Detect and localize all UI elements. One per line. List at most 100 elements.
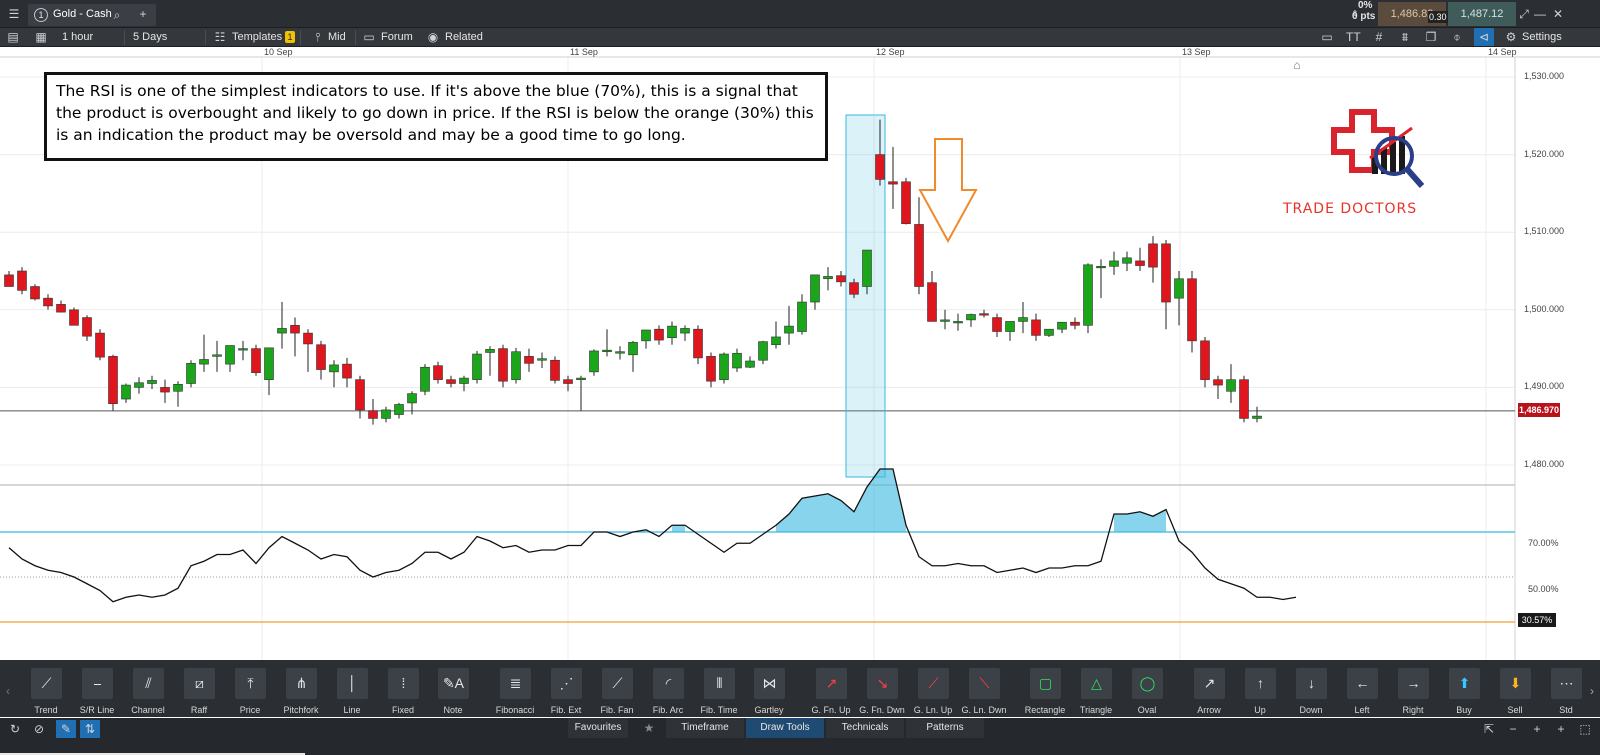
- paint-icon[interactable]: ⌽: [1450, 28, 1464, 46]
- candle-up: [485, 349, 495, 353]
- layout-icon[interactable]: ▤: [6, 28, 20, 46]
- zoom-plus-icon[interactable]: +: [1554, 720, 1568, 738]
- tool-std[interactable]: ⋯ Std: [1541, 668, 1589, 716]
- candle-up: [238, 348, 248, 351]
- tool-line[interactable]: │ Line: [327, 668, 375, 716]
- tool-gartley[interactable]: ⋈ Gartley: [744, 668, 792, 716]
- sort-icon[interactable]: ⇅: [80, 720, 100, 738]
- tool-oval[interactable]: ◯ Oval: [1122, 668, 1170, 716]
- price-type-select[interactable]: Mid: [328, 28, 346, 46]
- range-select[interactable]: 5 Days: [133, 28, 167, 46]
- tool-arrow[interactable]: ↗ Arrow: [1184, 668, 1232, 716]
- tool-sell[interactable]: ⬇ Sell: [1490, 668, 1538, 716]
- candle-up: [537, 358, 547, 361]
- tag-icon[interactable]: ⊲: [1474, 28, 1494, 46]
- date-label: 10 Sep: [264, 47, 293, 57]
- separator: [124, 30, 125, 45]
- fit-icon[interactable]: ⬚: [1578, 720, 1592, 738]
- candle-down: [342, 363, 352, 379]
- candle-down: [992, 317, 1002, 332]
- candle-down: [914, 224, 924, 287]
- candle-up: [1018, 317, 1028, 322]
- sell-price-value: 1,486.82: [1390, 8, 1434, 20]
- tool-fib-ext[interactable]: ⋰ Fib. Ext: [541, 668, 589, 716]
- candle-down: [654, 328, 664, 341]
- tool-buy[interactable]: ⬆ Buy: [1439, 668, 1487, 716]
- buy-price[interactable]: 1,487.12: [1448, 2, 1516, 26]
- candle-down: [498, 348, 508, 382]
- tool-channel[interactable]: ⫽ Channel: [123, 668, 171, 716]
- candle-up: [602, 349, 612, 352]
- tool-fib-time[interactable]: ⦀ Fib. Time: [694, 668, 742, 716]
- trend-icon: ⟋: [31, 668, 62, 699]
- tool-triangle[interactable]: △ Triangle: [1071, 668, 1119, 716]
- candle-down: [875, 154, 885, 180]
- candle-up: [823, 276, 833, 280]
- rsi-explanation-text: The RSI is one of the simplest indicator…: [56, 82, 814, 144]
- copy-icon[interactable]: ❐: [1424, 28, 1438, 46]
- tool-left[interactable]: ← Left: [1337, 668, 1385, 716]
- tool-g-ln-dwn[interactable]: ⟍ G. Ln. Dwn: [959, 668, 1007, 716]
- tool-up[interactable]: ↑ Up: [1235, 668, 1283, 716]
- templates-button[interactable]: Templates: [232, 28, 282, 46]
- zoom-out-icon[interactable]: −: [1506, 720, 1520, 738]
- candle-down: [1187, 278, 1197, 342]
- tool-note[interactable]: ✎A Note: [428, 668, 476, 716]
- scroll-left-icon[interactable]: ‹: [2, 682, 14, 700]
- candle-down: [303, 332, 313, 345]
- minimize-icon[interactable]: —: [1534, 5, 1546, 23]
- bottom-tab-patterns[interactable]: Patterns: [906, 718, 984, 738]
- bottom-tab-technicals[interactable]: Technicals: [826, 718, 904, 738]
- candle-up: [784, 325, 794, 334]
- favourites-star-icon[interactable]: ★: [642, 719, 656, 737]
- settings-button[interactable]: Settings: [1522, 28, 1562, 46]
- tool-right[interactable]: → Right: [1388, 668, 1436, 716]
- unpin-icon[interactable]: ⤢: [1518, 5, 1530, 23]
- candle-up: [680, 328, 690, 334]
- block-icon[interactable]: ⊘: [32, 720, 46, 738]
- tool-g-ln-up[interactable]: ⟋ G. Ln. Up: [908, 668, 956, 716]
- change-pts: 0 pts: [1352, 11, 1376, 22]
- timeframe-select[interactable]: 1 hour: [62, 28, 93, 46]
- refresh-icon[interactable]: ↻: [8, 720, 22, 738]
- home-marker-icon[interactable]: ⌂: [1290, 56, 1304, 74]
- tool-fib-fan[interactable]: ⟋ Fib. Fan: [592, 668, 640, 716]
- settings-icon[interactable]: ⚙: [1504, 28, 1518, 46]
- tool-s-r-line[interactable]: ⎯ S/R Line: [72, 668, 120, 716]
- tool-down[interactable]: ↓ Down: [1286, 668, 1334, 716]
- expand-icon[interactable]: ⇱: [1482, 720, 1496, 738]
- tool-raff[interactable]: ⧄ Raff: [174, 668, 222, 716]
- tool-label: Std: [1559, 705, 1573, 715]
- forum-button[interactable]: Forum: [381, 28, 413, 46]
- pencil-icon[interactable]: ✎: [56, 720, 76, 738]
- grid-icon[interactable]: ▦: [34, 28, 48, 46]
- tool-fixed[interactable]: ⁞ Fixed: [378, 668, 426, 716]
- window-icon[interactable]: ▭: [1320, 28, 1334, 46]
- tool-fibonacci[interactable]: ≣ Fibonacci: [490, 668, 538, 716]
- tool-rectangle[interactable]: ▢ Rectangle: [1020, 668, 1068, 716]
- tool-fib-arc[interactable]: ◜ Fib. Arc: [643, 668, 691, 716]
- candle-down: [30, 286, 40, 300]
- templates-badge: 1: [285, 31, 295, 43]
- tool-g-fn-up[interactable]: ↗ G. Fn. Up: [806, 668, 854, 716]
- search-icon[interactable]: ⌕: [110, 6, 124, 24]
- bottom-tab-timeframe[interactable]: Timeframe: [666, 718, 744, 738]
- bottom-tab-favourites[interactable]: Favourites: [568, 718, 628, 738]
- zoom-in-icon[interactable]: +: [1530, 720, 1544, 738]
- tool-trend[interactable]: ⟋ Trend: [21, 668, 69, 716]
- tool-pitchfork[interactable]: ⋔ Pitchfork: [276, 668, 324, 716]
- add-tab-icon[interactable]: +: [136, 5, 150, 23]
- tool-g-fn-dwn[interactable]: ↘ G. Fn. Dwn: [857, 668, 905, 716]
- chart-type-icon[interactable]: ⩩: [1398, 28, 1412, 46]
- fib-ext-icon: ⋰: [551, 668, 582, 699]
- rsi-line: [8, 468, 1297, 603]
- tool-price[interactable]: ⤒ Price: [225, 668, 273, 716]
- candle-up: [121, 384, 131, 400]
- related-button[interactable]: Related: [445, 28, 483, 46]
- font-size-icon[interactable]: TT: [1346, 28, 1361, 46]
- crosshair-icon[interactable]: #: [1372, 28, 1386, 46]
- close-icon[interactable]: ✕: [1552, 5, 1564, 23]
- bottom-tab-draw-tools[interactable]: Draw Tools: [746, 718, 824, 738]
- menu-icon[interactable]: ☰: [6, 5, 22, 23]
- fib-fan-icon: ⟋: [602, 668, 633, 699]
